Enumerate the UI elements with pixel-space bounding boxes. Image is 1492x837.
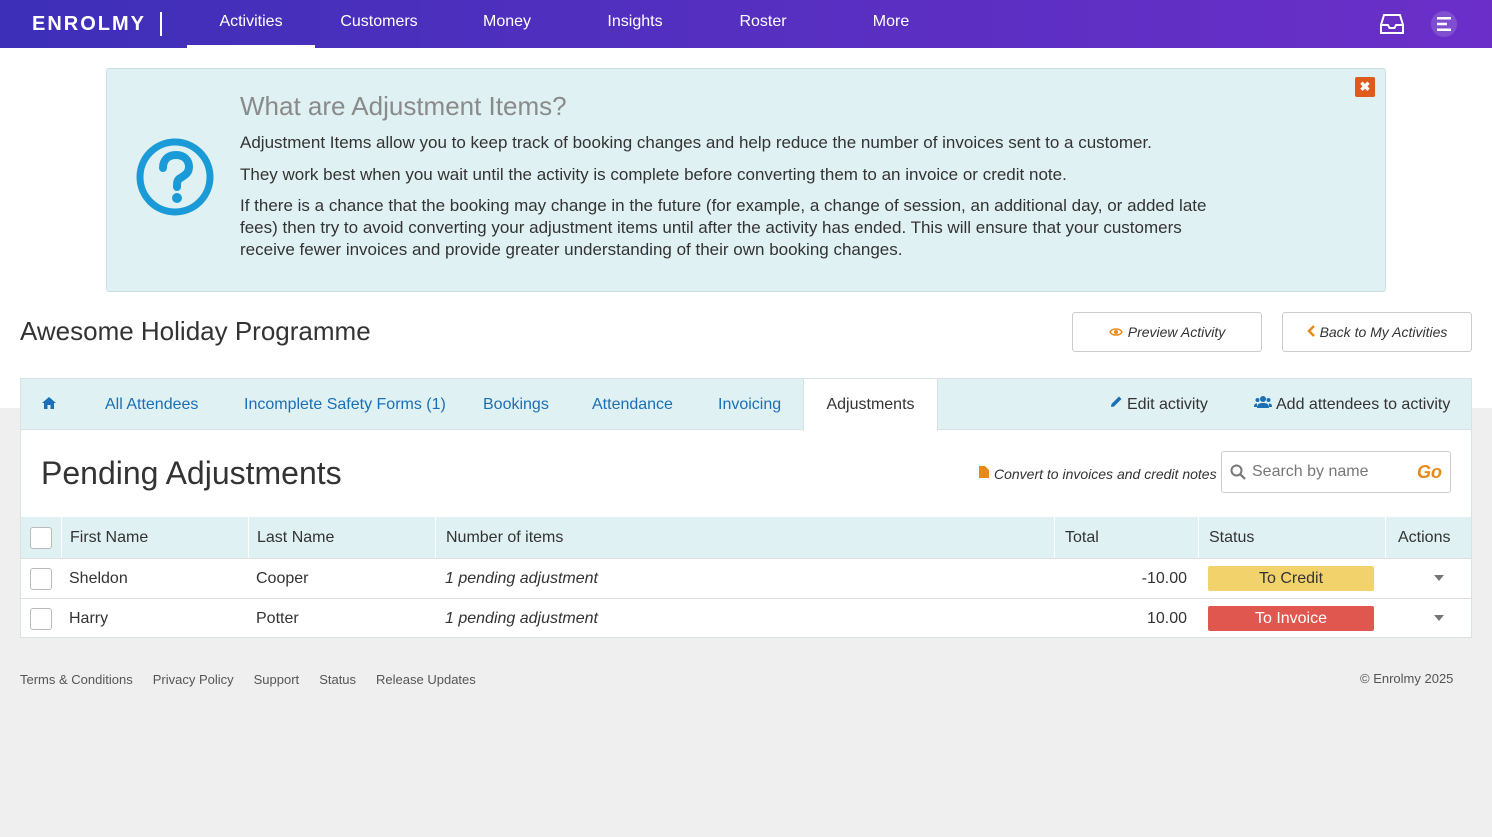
total-cell: -10.00 xyxy=(1141,570,1187,587)
header-status[interactable]: Status xyxy=(1198,517,1385,558)
items-cell[interactable]: 1 pending adjustment xyxy=(445,559,598,598)
top-navigation-bar: ENROLMY Activities Customers Money Insig… xyxy=(0,0,1492,48)
pencil-icon xyxy=(1109,379,1123,431)
nav-item-more[interactable]: More xyxy=(827,0,955,48)
info-paragraph: If there is a chance that the booking ma… xyxy=(240,196,1207,259)
preview-activity-label: Preview Activity xyxy=(1127,324,1226,340)
info-title: What are Adjustment Items? xyxy=(240,91,567,121)
menu-icon[interactable] xyxy=(1430,10,1458,38)
close-button[interactable]: ✖ xyxy=(1355,77,1375,97)
search-icon xyxy=(1230,464,1246,485)
select-all-checkbox[interactable] xyxy=(30,527,52,549)
tab-adjustments[interactable]: Adjustments xyxy=(803,379,938,431)
first-name-cell: Harry xyxy=(69,610,109,627)
section-title: Pending Adjustments xyxy=(41,455,342,491)
back-label: Back to My Activities xyxy=(1319,324,1448,340)
tab-incomplete-safety-forms[interactable]: Incomplete Safety Forms (1) xyxy=(244,379,446,430)
status-badge: To Invoice xyxy=(1208,606,1374,631)
last-name-cell: Cooper xyxy=(256,570,309,587)
footer-links: Terms & Conditions Privacy Policy Suppor… xyxy=(20,672,476,687)
eye-icon xyxy=(1108,324,1123,340)
convert-to-invoices-link[interactable]: Convert to invoices and credit notes xyxy=(978,465,1217,482)
copyright-text: © Enrolmy 2025 xyxy=(1360,671,1454,686)
header-first-name[interactable]: First Name xyxy=(61,517,248,558)
status-badge: To Credit xyxy=(1208,566,1374,591)
add-attendees-label: Add attendees to activity xyxy=(1276,395,1451,413)
users-icon xyxy=(1254,379,1272,431)
info-paragraph: They work best when you wait until the a… xyxy=(240,165,1067,184)
adjustment-info-box: What are Adjustment Items? Adjustment It… xyxy=(106,68,1386,292)
edit-activity-link[interactable]: Edit activity xyxy=(1109,379,1208,430)
header-total[interactable]: Total xyxy=(1054,517,1198,558)
activity-tabs: All Attendees Incomplete Safety Forms (1… xyxy=(21,379,1471,431)
go-button[interactable]: Go xyxy=(1417,452,1442,492)
tab-bookings[interactable]: Bookings xyxy=(483,379,549,430)
enrolmy-logo[interactable]: ENROLMY xyxy=(32,13,146,36)
add-attendees-link[interactable]: Add attendees to activity xyxy=(1254,379,1450,430)
table-header: First Name Last Name Number of items Tot… xyxy=(21,517,1471,558)
edit-activity-label: Edit activity xyxy=(1127,395,1208,413)
preview-activity-button[interactable]: Preview Activity xyxy=(1072,312,1262,352)
total-cell: 10.00 xyxy=(1146,610,1187,627)
last-name-cell: Potter xyxy=(256,610,299,627)
tab-attendance[interactable]: Attendance xyxy=(592,379,673,430)
chevron-left-icon xyxy=(1306,324,1315,340)
header-number-of-items[interactable]: Number of items xyxy=(435,517,1054,558)
footer-status-link[interactable]: Status xyxy=(319,672,356,687)
footer-release-updates-link[interactable]: Release Updates xyxy=(376,672,476,687)
nav-item-roster[interactable]: Roster xyxy=(699,0,827,48)
tab-all-attendees[interactable]: All Attendees xyxy=(105,379,198,430)
back-to-activities-button[interactable]: Back to My Activities xyxy=(1282,312,1472,352)
row-checkbox[interactable] xyxy=(30,568,52,590)
table-row: Sheldon Cooper 1 pending adjustment -10.… xyxy=(21,558,1471,598)
main-nav: Activities Customers Money Insights Rost… xyxy=(187,0,955,48)
first-name-cell: Sheldon xyxy=(69,570,128,587)
info-paragraph: Adjustment Items allow you to keep track… xyxy=(240,133,1152,152)
convert-label: Convert to invoices and credit notes xyxy=(994,465,1217,482)
search-box: Go xyxy=(1221,451,1451,493)
file-icon xyxy=(978,465,990,482)
tab-invoicing[interactable]: Invoicing xyxy=(718,379,781,430)
footer-privacy-link[interactable]: Privacy Policy xyxy=(153,672,234,687)
chevron-down-icon[interactable] xyxy=(1429,568,1449,593)
tab-home[interactable] xyxy=(41,379,61,430)
inbox-icon[interactable] xyxy=(1378,10,1406,38)
table-row: Harry Potter 1 pending adjustment 10.00 … xyxy=(21,598,1471,638)
footer-terms-link[interactable]: Terms & Conditions xyxy=(20,672,133,687)
page-title: Awesome Holiday Programme xyxy=(20,316,371,346)
search-input[interactable] xyxy=(1252,452,1402,492)
header-actions: Actions xyxy=(1385,517,1471,558)
logo-divider xyxy=(160,12,162,36)
footer-support-link[interactable]: Support xyxy=(254,672,300,687)
activity-card: All Attendees Incomplete Safety Forms (1… xyxy=(20,378,1472,638)
nav-item-activities[interactable]: Activities xyxy=(187,0,315,48)
home-icon xyxy=(41,396,57,413)
header-last-name[interactable]: Last Name xyxy=(248,517,435,558)
nav-item-money[interactable]: Money xyxy=(443,0,571,48)
row-checkbox[interactable] xyxy=(30,608,52,630)
chevron-down-icon[interactable] xyxy=(1429,608,1449,633)
nav-item-customers[interactable]: Customers xyxy=(315,0,443,48)
nav-item-insights[interactable]: Insights xyxy=(571,0,699,48)
question-circle-icon xyxy=(135,137,215,222)
items-cell[interactable]: 1 pending adjustment xyxy=(445,599,598,638)
